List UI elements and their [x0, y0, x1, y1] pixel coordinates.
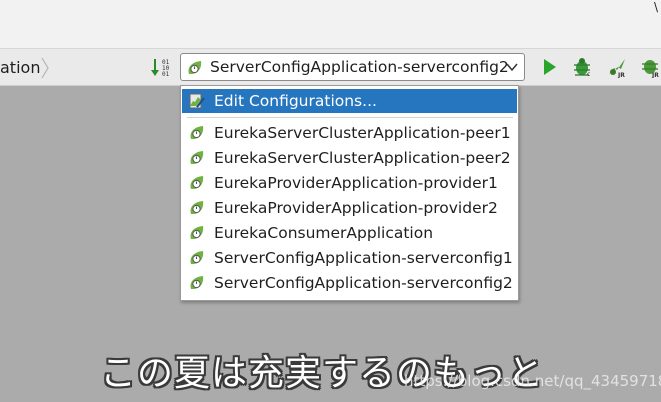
edit-configurations-icon — [189, 93, 205, 109]
debug-bug-icon[interactable]: c — [572, 56, 594, 78]
configuration-item[interactable]: EurekaConsumerApplication — [182, 221, 517, 245]
configuration-label: EurekaConsumerApplication — [214, 224, 434, 242]
run-configuration-selector[interactable]: ServerConfigApplication-serverconfig2 — [180, 53, 525, 81]
window-top-strip: \ — [0, 0, 661, 48]
sort-by-binary-icon[interactable]: 01 10 01 — [150, 57, 174, 79]
run-icon[interactable] — [538, 56, 560, 78]
spring-boot-leaf-icon — [190, 276, 204, 289]
chevron-down-icon — [506, 63, 518, 72]
spring-boot-leaf-icon — [190, 226, 204, 239]
configuration-item[interactable]: ServerConfigApplication-serverconfig1 — [182, 246, 517, 270]
configuration-item[interactable]: EurekaServerClusterApplication-peer1 — [182, 121, 517, 145]
breadcrumb-chevron-icon — [41, 57, 49, 79]
edit-configurations-item[interactable]: Edit Configurations... — [182, 89, 517, 113]
run-configuration-dropdown: Edit Configurations... EurekaServerClust… — [180, 85, 519, 301]
svg-text:c: c — [587, 71, 590, 78]
configuration-label: EurekaProviderApplication-provider1 — [214, 174, 498, 192]
blog-watermark: https://blog.csdn.net/qq_43459718 — [404, 372, 661, 390]
configuration-label: EurekaServerClusterApplication-peer2 — [214, 149, 511, 167]
spring-boot-leaf-icon — [190, 151, 204, 164]
configuration-item[interactable]: EurekaProviderApplication-provider2 — [182, 196, 517, 220]
menu-divider — [187, 117, 513, 118]
edit-configurations-label: Edit Configurations... — [214, 92, 377, 110]
svg-text:01: 01 — [162, 71, 170, 78]
spring-boot-leaf-icon — [188, 61, 202, 74]
jrebel-debug-icon[interactable]: JR — [640, 56, 661, 78]
corner-mark: \ — [653, 0, 658, 14]
spring-boot-leaf-icon — [190, 176, 204, 189]
configuration-label: EurekaServerClusterApplication-peer1 — [214, 124, 511, 142]
configuration-item[interactable]: EurekaProviderApplication-provider1 — [182, 171, 517, 195]
spring-boot-leaf-icon — [190, 251, 204, 264]
configuration-label: EurekaProviderApplication-provider2 — [214, 199, 498, 217]
breadcrumb-item[interactable]: ation — [0, 55, 40, 81]
configuration-item[interactable]: ServerConfigApplication-serverconfig2 — [182, 271, 517, 295]
jrebel-run-icon[interactable]: JR — [606, 56, 628, 78]
svg-text:JR: JR — [651, 72, 659, 78]
configuration-label: ServerConfigApplication-serverconfig1 — [214, 249, 513, 267]
configuration-label: ServerConfigApplication-serverconfig2 — [214, 274, 513, 292]
spring-boot-leaf-icon — [190, 201, 204, 214]
spring-boot-leaf-icon — [190, 126, 204, 139]
selected-configuration-label: ServerConfigApplication-serverconfig2 — [210, 58, 509, 76]
svg-text:JR: JR — [617, 72, 625, 78]
configuration-item[interactable]: EurekaServerClusterApplication-peer2 — [182, 146, 517, 170]
